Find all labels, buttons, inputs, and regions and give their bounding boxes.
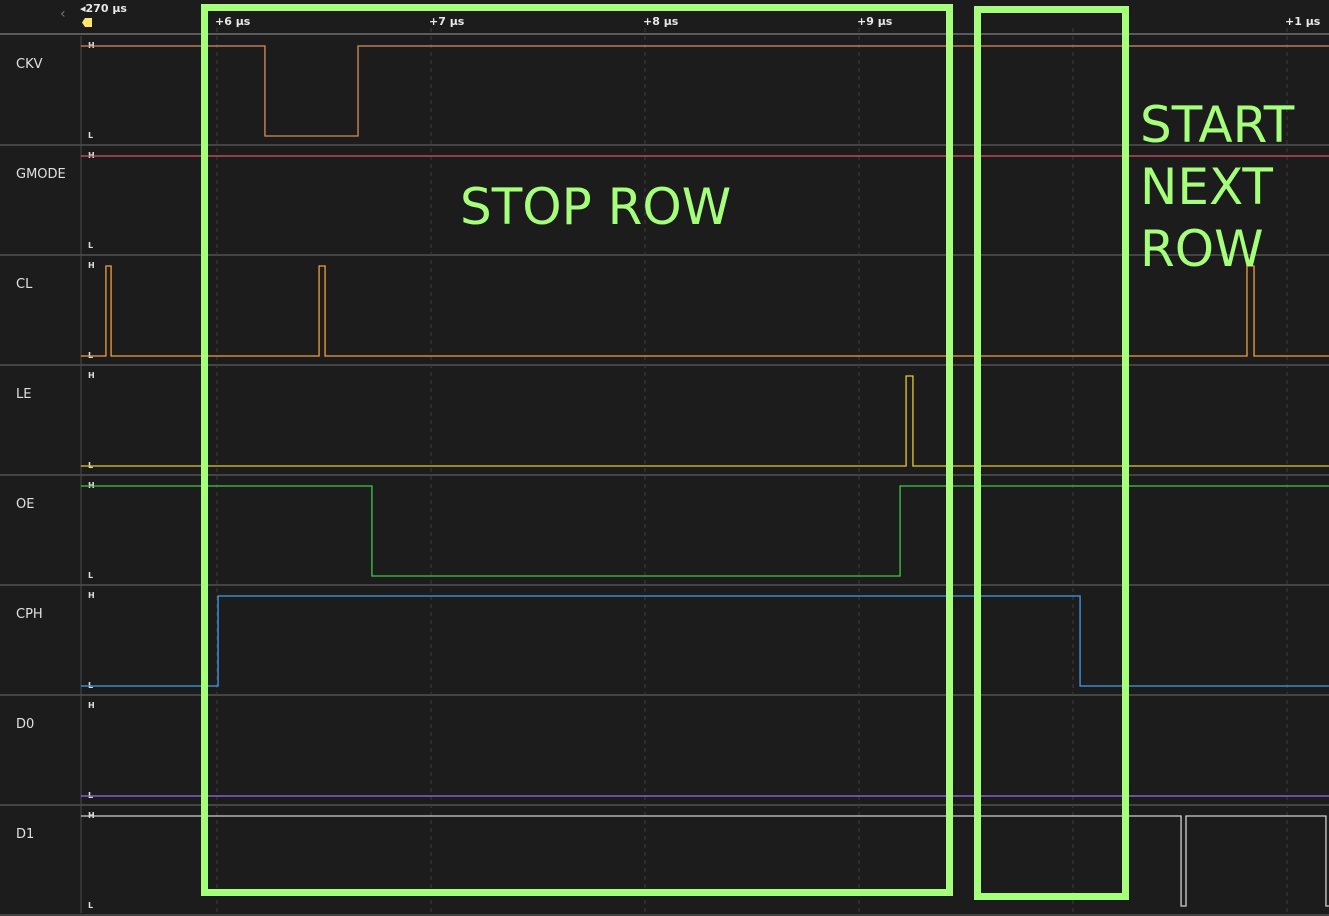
annot-line: NEXT — [1140, 158, 1273, 216]
stop-row-box — [201, 4, 953, 896]
start-next-row-label: START NEXT ROW — [1140, 94, 1294, 280]
annot-line: ROW — [1140, 220, 1264, 278]
start-next-row-box — [974, 6, 1129, 900]
stop-row-label: STOP ROW — [460, 178, 732, 236]
annot-line: START — [1140, 96, 1295, 154]
